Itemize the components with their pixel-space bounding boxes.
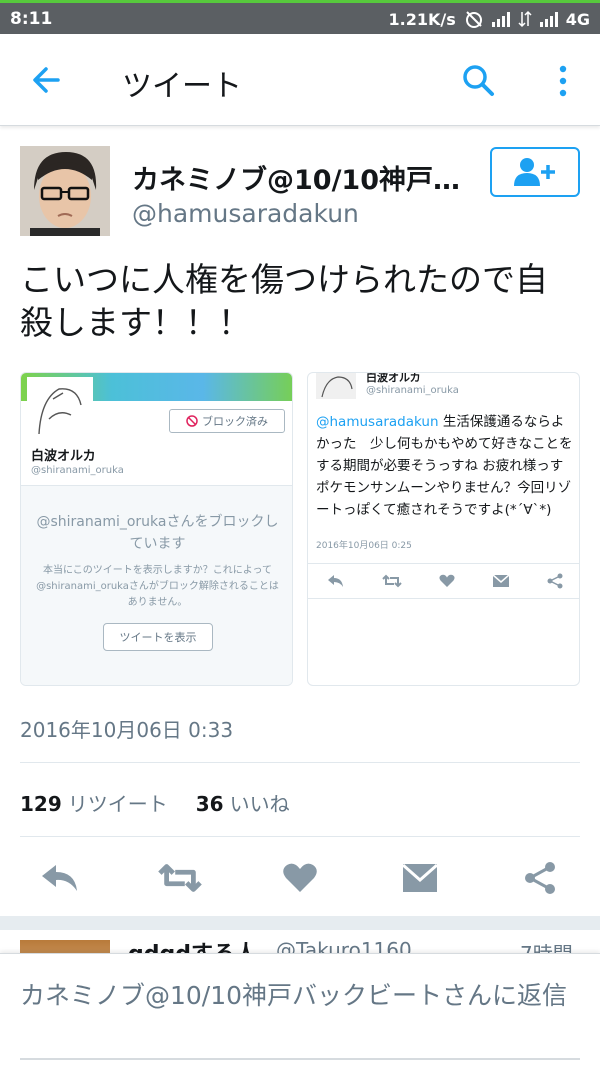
net-speed: 1.21K/s (388, 9, 456, 29)
follow-button[interactable] (490, 147, 580, 197)
status-indicators: 1.21K/s 4G (388, 9, 590, 29)
reply-avatar[interactable] (20, 940, 110, 954)
retweet-icon (158, 864, 202, 892)
reply-icon (327, 575, 343, 587)
signal-icon-2 (539, 11, 558, 27)
reply-input-placeholder[interactable]: カネミノブ@10/10神戸バックビートさんに返信 (20, 978, 580, 1014)
reply-author-name[interactable]: gdgdする人 (128, 936, 257, 954)
share-icon (525, 862, 555, 894)
reply-composer[interactable]: カネミノブ@10/10神戸バックビートさんに返信 (0, 953, 600, 1067)
add-user-icon (514, 158, 555, 186)
blocked-badge[interactable]: ブロック済み (169, 409, 285, 433)
arrow-left-icon[interactable] (28, 62, 66, 98)
profile-handle: @shiranami_oruka (31, 465, 124, 476)
share-button[interactable] (518, 858, 562, 898)
author-avatar[interactable] (20, 146, 110, 236)
status-bar: 8:11 1.21K/s 4G (0, 0, 600, 34)
mention-link: @hamusaradakun (316, 414, 439, 430)
blocked-description: 本当にこのツイートを表示しますか？これによって@shiranami_orukaさ… (36, 565, 279, 608)
heart-icon (438, 574, 455, 587)
tweet-text: こいつに人権を傷つけられたので自殺します！！！ (20, 260, 548, 342)
divider (20, 762, 580, 763)
tweet-timestamp: 2016年10月06日 0:33 (20, 718, 234, 742)
message-icon (402, 863, 438, 892)
retweet-icon (381, 574, 402, 588)
reply-author-handle[interactable]: @Takuro1160 (276, 938, 412, 954)
block-icon (186, 415, 198, 427)
reply-time: 7時間 (520, 942, 573, 954)
share-icon (547, 573, 562, 589)
like-button[interactable] (278, 858, 322, 898)
engagement-counts: 129 リツイート 36 いいね (20, 788, 290, 817)
media-image-left[interactable]: ブロック済み 白波オルカ @shiranami_oruka @shiranami… (20, 372, 293, 686)
network-type: 4G (565, 9, 590, 29)
divider (20, 836, 580, 837)
retweet-button[interactable] (158, 858, 202, 898)
data-transfer-icon (518, 10, 532, 28)
message-icon (492, 574, 509, 587)
direct-message-button[interactable] (398, 858, 442, 898)
sketch-icon (38, 388, 82, 435)
page-title: ツイート (122, 69, 242, 104)
reply-tweet-preview[interactable]: gdgdする人 @Takuro1160 7時間 (0, 930, 600, 954)
reply-icon (42, 865, 77, 891)
profile-avatar-drawing (316, 373, 356, 399)
reply-text: @hamusaradakun 生活保護通るならよかった 少し何もかもやめて好きな… (316, 411, 577, 521)
author-handle[interactable]: @hamusaradakun (132, 199, 359, 228)
like-count[interactable]: 36 (196, 792, 224, 816)
section-separator (0, 916, 600, 930)
reply-date: 2016年10月06日 0:25 (316, 541, 412, 551)
author-name[interactable]: カネミノブ@10/10神戸… (132, 158, 472, 197)
profile-name: 白波オルカ (366, 372, 421, 384)
mini-action-bar (308, 563, 579, 599)
signal-icon (491, 11, 510, 27)
retweet-count[interactable]: 129 (20, 792, 62, 816)
media-image-right[interactable]: 白波オルカ @shiranami_oruka @hamusaradakun 生活… (307, 372, 580, 686)
profile-handle: @shiranami_oruka (366, 385, 459, 396)
profile-avatar-drawing (27, 377, 93, 441)
more-vert-icon[interactable] (552, 64, 574, 98)
app-bar: ツイート (0, 34, 600, 126)
blocked-message: @shiranami_orukaさんをブロックしています (36, 514, 279, 552)
search-icon[interactable] (460, 62, 498, 100)
show-tweet-button[interactable]: ツイートを表示 (103, 623, 213, 651)
like-count-label[interactable]: いいね (230, 788, 290, 817)
profile-name: 白波オルカ (31, 449, 96, 464)
sketch-icon (321, 376, 353, 398)
heart-icon (283, 863, 317, 892)
alarm-off-icon (465, 11, 482, 28)
tweet-action-bar (20, 850, 580, 908)
reply-button[interactable] (38, 858, 82, 898)
reply-input-underline (20, 1058, 580, 1060)
blocked-badge-label: ブロック済み (202, 415, 268, 428)
person-photo-icon (20, 146, 110, 236)
status-time: 8:11 (10, 9, 53, 29)
retweet-count-label[interactable]: リツイート (68, 788, 168, 817)
